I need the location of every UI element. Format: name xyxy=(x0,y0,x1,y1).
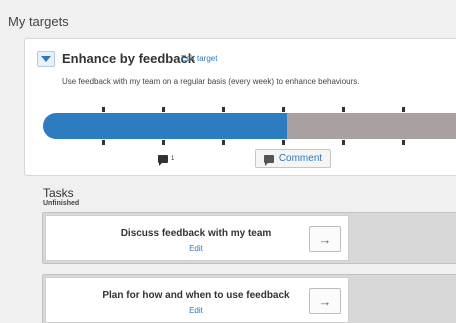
comment-button-label: Comment xyxy=(278,153,323,164)
task-edit-link[interactable]: Edit xyxy=(46,244,346,253)
comment-count: 1 xyxy=(158,155,175,166)
comment-icon xyxy=(158,155,168,166)
arrow-right-icon[interactable]: → xyxy=(309,226,341,252)
progress-tick xyxy=(282,107,285,145)
comment-button[interactable]: Comment xyxy=(255,149,331,168)
target-card: Enhance by feedback Edit target Use feed… xyxy=(24,38,456,176)
comment-count-value: 1 xyxy=(171,156,175,162)
chevron-down-icon[interactable] xyxy=(37,51,55,67)
progress-tick xyxy=(102,107,105,145)
task-content: Plan for how and when to use feedback Ed… xyxy=(45,277,349,323)
section-title: My targets xyxy=(8,14,69,29)
edit-target-link[interactable]: Edit target xyxy=(181,54,217,63)
task-item: Discuss feedback with my team Edit → xyxy=(42,212,456,264)
tasks-heading: Tasks xyxy=(43,186,74,200)
progress-fill xyxy=(43,113,287,139)
progress-tick xyxy=(402,107,405,145)
target-title: Enhance by feedback xyxy=(62,51,195,66)
comment-icon xyxy=(263,154,274,166)
task-name: Discuss feedback with my team xyxy=(120,228,272,239)
task-name: Plan for how and when to use feedback xyxy=(102,290,290,301)
progress-tick xyxy=(162,107,165,145)
arrow-right-icon[interactable]: → xyxy=(309,288,341,314)
task-content: Discuss feedback with my team Edit → xyxy=(45,215,349,261)
tasks-subheading: Unfinished xyxy=(43,200,80,207)
progress-bar xyxy=(43,113,456,139)
task-item: Plan for how and when to use feedback Ed… xyxy=(42,274,456,323)
task-edit-link[interactable]: Edit xyxy=(46,306,346,315)
progress-tick xyxy=(342,107,345,145)
target-description: Use feedback with my team on a regular b… xyxy=(62,77,360,86)
progress-tick xyxy=(222,107,225,145)
